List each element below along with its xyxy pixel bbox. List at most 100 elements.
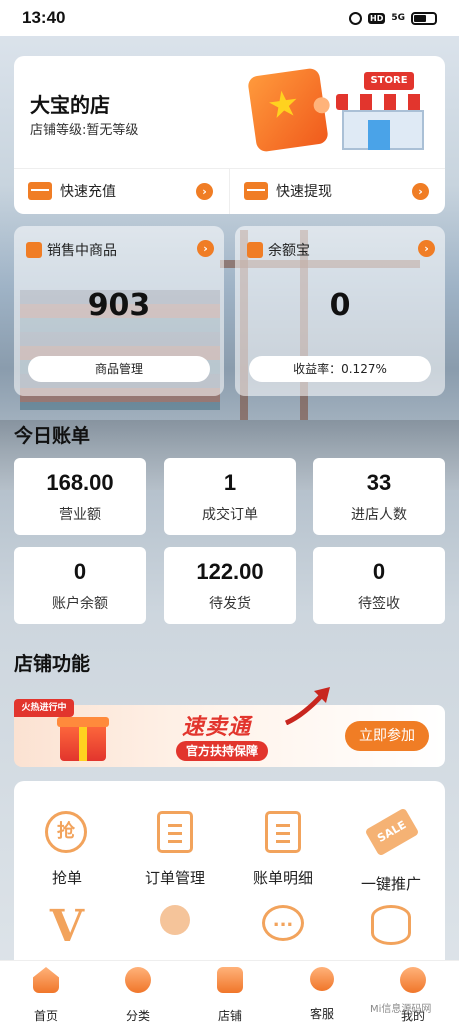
shop-icon [217,967,243,993]
vip-icon: V [45,905,89,949]
hot-tag: 火热进行中 [14,699,74,717]
stat-label: 账户余额 [52,596,108,612]
store-card: 大宝的店 店铺等级:暂无等级 STORE 快速充值 › 快速提现 › [14,56,445,214]
feature-grab-order[interactable]: 抢 抢单 [14,811,120,888]
status-icons: HD 5G [349,11,437,25]
alarm-icon [349,11,362,25]
vip-glyph: V [49,901,85,952]
wallet-star-icon [247,67,329,153]
nav-home[interactable]: 首页 [0,967,92,1024]
customer-service-icon [310,967,334,991]
bag-icon [26,242,42,258]
chat-glyph: ... [262,905,304,941]
sale-tag-glyph: SALE [364,807,420,857]
arrow-up-right-icon [284,687,330,725]
stat-value: 33 [366,470,392,495]
card-icon [28,182,52,200]
feature-coins[interactable] [338,905,444,949]
stat-label: 营业额 [59,507,101,523]
feature-label: 抢单 [51,869,82,887]
gift-box-icon [57,717,109,761]
stat-account-balance[interactable]: 0 账户余额 [14,547,146,624]
feature-team[interactable] [122,905,228,949]
feature-label: 一键推广 [360,875,421,893]
home-icon [33,967,59,993]
stat-label: 待发货 [209,596,251,612]
on-sale-products-card[interactable]: 销售中商品 › 903 商品管理 [14,226,224,396]
nav-label: 首页 [33,1009,58,1023]
feature-chat[interactable]: ... [230,905,336,949]
yuebao-balance: 0 [329,288,351,323]
on-sale-count: 903 [87,288,151,323]
card-title: 销售中商品 [47,243,117,259]
bill-detail-icon [261,811,305,855]
shop-functions-title: 店铺功能 [14,653,91,675]
card-title: 余额宝 [268,243,310,259]
stat-value: 0 [372,559,386,584]
stat-revenue[interactable]: 168.00 营业额 [14,458,146,535]
coin-icon [247,242,263,258]
profile-icon [400,967,426,993]
nav-profile[interactable]: 我的 [367,967,459,1024]
card-header: 销售中商品 [26,240,117,260]
stat-to-receive[interactable]: 0 待签收 [313,547,445,624]
signal-icon: 5G [391,12,405,23]
nav-customer-service[interactable]: 客服 [276,967,368,1022]
yield-rate-pill[interactable]: 收益率：0.127% [249,356,431,382]
nav-shop[interactable]: 店铺 [184,967,276,1024]
team-icon [153,905,197,949]
chat-icon: ... [261,905,305,949]
feature-promote[interactable]: SALE 一键推广 [338,807,444,894]
stat-to-ship[interactable]: 122.00 待发货 [164,547,296,624]
promote-tag-icon: SALE [364,807,420,861]
store-sign: STORE [364,72,414,90]
nav-label: 店铺 [217,1009,242,1023]
join-now-button[interactable]: 立即参加 [345,721,429,751]
feature-label: 账单明细 [252,869,313,887]
chevron-right-icon[interactable]: › [197,240,214,257]
stat-value: 0 [73,559,87,584]
nav-category[interactable]: 分类 [92,967,184,1024]
status-time: 13:40 [22,8,66,27]
chevron-right-icon: › [196,182,213,200]
wallet-icon [244,182,268,200]
aliexpress-banner[interactable]: 火热进行中 速卖通 官方扶持保障 立即参加 [14,687,445,767]
banner-subtitle: 官方扶持保障 [176,741,269,761]
stat-orders[interactable]: 1 成交订单 [164,458,296,535]
stat-value: 1 [223,470,237,495]
grab-order-icon: 抢 [45,811,89,855]
stat-label: 进店人数 [351,507,407,523]
nav-label: 客服 [309,1007,334,1021]
quick-withdraw-label: 快速提现 [276,184,332,200]
stat-value: 168.00 [46,470,114,495]
feature-label: 订单管理 [144,869,205,887]
status-bar: 13:40 HD 5G [0,0,459,36]
features-grid: 抢 抢单 订单管理 账单明细 SALE 一键推广 V ... [14,781,445,971]
stat-visitors[interactable]: 33 进店人数 [313,458,445,535]
card-header: 余额宝 [247,240,310,260]
feature-order-manage[interactable]: 订单管理 [122,811,228,888]
banner-title: 速卖通 [182,715,252,740]
today-bill-title: 今日账单 [14,425,91,447]
quick-withdraw-button[interactable]: 快速提现 › [230,168,445,214]
store-level: 店铺等级:暂无等级 [30,123,139,138]
yuebao-card[interactable]: 余额宝 › 0 收益率：0.127% [235,226,445,396]
storefront-icon: STORE [336,72,430,152]
store-awning [336,94,430,110]
store-door [368,120,390,150]
chevron-right-icon[interactable]: › [418,240,435,257]
hd-icon: HD [368,12,386,24]
category-icon [125,967,151,993]
product-manage-button[interactable]: 商品管理 [28,356,210,382]
quick-recharge-button[interactable]: 快速充值 › [14,168,229,214]
chevron-right-icon: › [412,182,429,200]
stat-label: 待签收 [358,596,400,612]
stat-label: 成交订单 [202,507,258,523]
grab-order-glyph: 抢 [45,811,87,853]
feature-bill-detail[interactable]: 账单明细 [230,811,336,888]
coins-icon [369,905,413,949]
nav-label: 分类 [125,1009,150,1023]
feature-vip[interactable]: V [14,905,120,949]
battery-icon [411,11,437,25]
order-manage-icon [153,811,197,855]
